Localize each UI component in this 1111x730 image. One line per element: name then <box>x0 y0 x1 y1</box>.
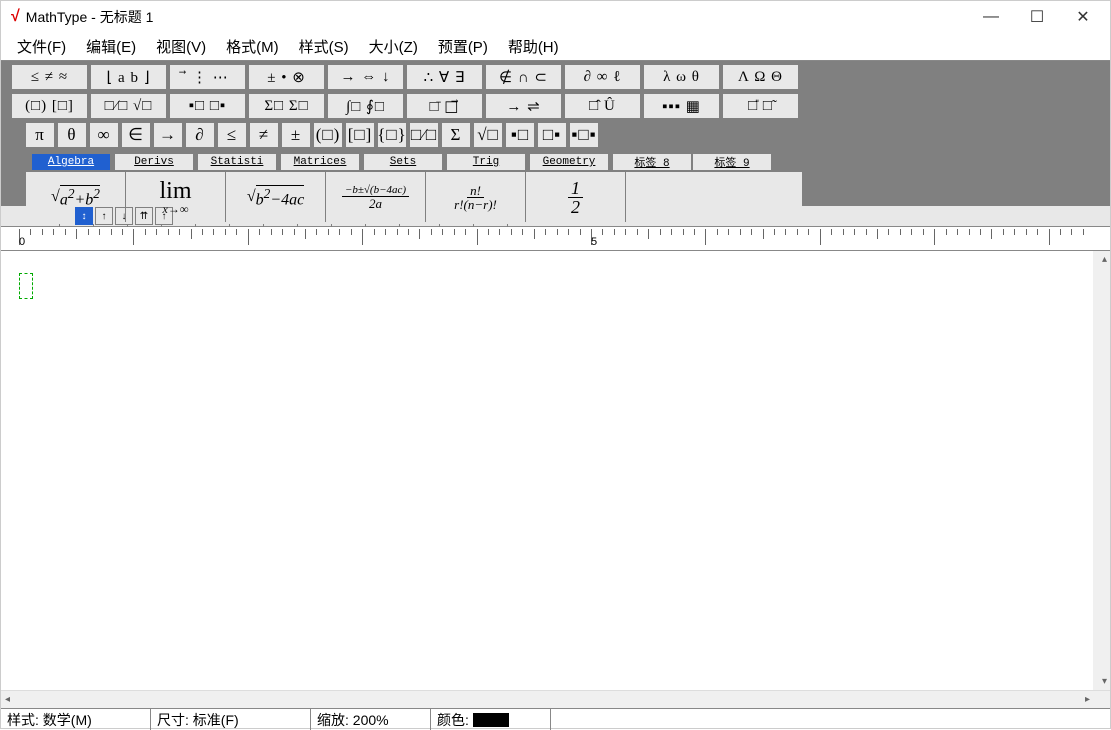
color-swatch <box>473 713 509 727</box>
menu-view[interactable]: 视图(V) <box>146 32 216 61</box>
title-bar: √ MathType - 无标题 1 — ☐ ✕ <box>1 1 1110 33</box>
palette-relational[interactable]: ≤ ≠ ≈ <box>11 64 88 90</box>
palette-operators[interactable]: ± • ⊗ <box>248 64 325 90</box>
tab-algebra[interactable]: Algebra <box>31 153 111 171</box>
horizontal-scrollbar[interactable]: ◂ ▸ <box>1 690 1110 708</box>
tmpl-half[interactable]: 12 <box>526 172 626 222</box>
tmpl-combination[interactable]: n!r!(n−r)! <box>426 172 526 222</box>
palette-integrals[interactable]: ∫□ ∮□ <box>327 93 404 119</box>
status-zoom-value: 200% <box>353 712 389 728</box>
sym-neq[interactable]: ≠ <box>249 122 279 148</box>
palette-arrows[interactable]: → ⇔ ↓ <box>327 64 404 90</box>
status-zoom-label: 缩放: <box>317 710 349 730</box>
menu-bar: 文件(F) 编辑(E) 视图(V) 格式(M) 样式(S) 大小(Z) 预置(P… <box>1 33 1110 61</box>
status-style-value: 数学(M) <box>43 710 92 730</box>
status-color-label: 颜色: <box>437 710 469 730</box>
palette-row-small: π θ ∞ ∈ → ∂ ≤ ≠ ± (□) [□] {□} □⁄□ Σ √□ ▪… <box>25 122 1107 148</box>
scroll-down-icon[interactable]: ▾ <box>1102 676 1107 687</box>
tool-palette-area: ≤ ≠ ≈ ⌊ a b ⌋ ⃗ ⋮ ⋯ ± • ⊗ → ⇔ ↓ ∴ ∀ ∃ ∉ … <box>1 61 1110 206</box>
status-size-label: 尺寸: <box>157 710 189 730</box>
palette-embellish[interactable]: ⃗ ⋮ ⋯ <box>169 64 246 90</box>
ruler-zero: 0 <box>19 236 25 248</box>
tmpl-pythag[interactable]: √a2+b2 <box>26 172 126 222</box>
expression-tabs: Algebra Derivs Statisti Matrices Sets Tr… <box>31 153 1107 171</box>
palette-spaces[interactable]: ⌊ a b ⌋ <box>90 64 167 90</box>
tab-geometry[interactable]: Geometry <box>529 153 609 171</box>
menu-format[interactable]: 格式(M) <box>216 32 289 61</box>
status-zoom[interactable]: 缩放: 200% <box>311 709 431 730</box>
menu-style[interactable]: 样式(S) <box>289 32 359 61</box>
insertion-slot[interactable] <box>19 273 33 299</box>
menu-file[interactable]: 文件(F) <box>7 32 76 61</box>
palette-products[interactable]: □̂ Û <box>564 93 641 119</box>
tmpl-quadratic[interactable]: −b±√(b−4ac)2a <box>326 172 426 222</box>
palette-subsup[interactable]: ▪□ □▪ <box>169 93 246 119</box>
palette-row-1: ≤ ≠ ≈ ⌊ a b ⌋ ⃗ ⋮ ⋯ ± • ⊗ → ⇔ ↓ ∴ ∀ ∃ ∉ … <box>11 64 1107 90</box>
tmpl-sub[interactable]: □▪ <box>537 122 567 148</box>
palette-fractions[interactable]: □⁄□ √□ <box>90 93 167 119</box>
ruler-five: 5 <box>591 236 597 248</box>
tab-9[interactable]: 标签 9 <box>692 153 772 171</box>
scroll-left-icon[interactable]: ◂ <box>5 694 10 705</box>
scroll-right-icon[interactable]: ▸ <box>1085 694 1090 705</box>
palette-bars[interactable]: □̄ □⃗ <box>406 93 483 119</box>
sym-arrow[interactable]: → <box>153 122 183 148</box>
minimize-button[interactable]: — <box>968 1 1014 33</box>
sym-elem[interactable]: ∈ <box>121 122 151 148</box>
palette-misc[interactable]: ∂ ∞ ℓ <box>564 64 641 90</box>
palette-logic[interactable]: ∴ ∀ ∃ <box>406 64 483 90</box>
sym-pm[interactable]: ± <box>281 122 311 148</box>
tab-trig[interactable]: Trig <box>446 153 526 171</box>
tmpl-sup[interactable]: ▪□ <box>505 122 535 148</box>
palette-sums[interactable]: Σ□ Σ□ <box>248 93 325 119</box>
palette-boxes[interactable]: □̎ □̃ <box>722 93 799 119</box>
sym-infty[interactable]: ∞ <box>89 122 119 148</box>
vertical-scrollbar[interactable]: ▴ ▾ <box>1093 251 1110 690</box>
tmpl-sqrt[interactable]: √□ <box>473 122 503 148</box>
palette-greek-lower[interactable]: λ ω θ <box>643 64 720 90</box>
app-logo: √ <box>11 8 20 26</box>
palette-labeled-arrows[interactable]: → ⇌ <box>485 93 562 119</box>
ruler[interactable]: 0 5 <box>1 227 1110 251</box>
status-style[interactable]: 样式: 数学(M) <box>1 709 151 730</box>
menu-edit[interactable]: 编辑(E) <box>76 32 146 61</box>
palette-settheory[interactable]: ∉ ∩ ⊂ <box>485 64 562 90</box>
tab-sets[interactable]: Sets <box>363 153 443 171</box>
tmpl-paren[interactable]: (□) <box>313 122 343 148</box>
close-button[interactable]: ✕ <box>1060 1 1106 33</box>
tmpl-empty[interactable] <box>626 172 802 222</box>
status-style-label: 样式: <box>7 710 39 730</box>
tmpl-frac[interactable]: □⁄□ <box>409 122 439 148</box>
scroll-up-icon[interactable]: ▴ <box>1102 254 1107 265</box>
menu-size[interactable]: 大小(Z) <box>359 32 428 61</box>
menu-help[interactable]: 帮助(H) <box>498 32 569 61</box>
status-bar: 样式: 数学(M) 尺寸: 标准(F) 缩放: 200% 颜色: <box>1 708 1110 730</box>
tab-statisti[interactable]: Statisti <box>197 153 277 171</box>
equation-editor-area[interactable]: ▴ ▾ <box>1 251 1110 690</box>
tmpl-subsup[interactable]: ▪□▪ <box>569 122 599 148</box>
sym-leq[interactable]: ≤ <box>217 122 247 148</box>
window-title: MathType - 无标题 1 <box>26 7 968 27</box>
palette-greek-upper[interactable]: Λ Ω Θ <box>722 64 799 90</box>
status-size[interactable]: 尺寸: 标准(F) <box>151 709 311 730</box>
status-color[interactable]: 颜色: <box>431 709 551 730</box>
tmpl-limit[interactable]: limx→∞ <box>126 172 226 222</box>
tmpl-discriminant[interactable]: √b2−4ac <box>226 172 326 222</box>
menu-preset[interactable]: 预置(P) <box>428 32 498 61</box>
tmpl-sum[interactable]: Σ <box>441 122 471 148</box>
tab-8[interactable]: 标签 8 <box>612 153 692 171</box>
palette-row-2: (□) [□] □⁄□ √□ ▪□ □▪ Σ□ Σ□ ∫□ ∮□ □̄ □⃗ →… <box>11 93 1107 119</box>
sym-partial[interactable]: ∂ <box>185 122 215 148</box>
palette-matrices[interactable]: ▪▪▪ ▦ <box>643 93 720 119</box>
palette-fences[interactable]: (□) [□] <box>11 93 88 119</box>
status-size-value: 标准(F) <box>193 710 239 730</box>
tmpl-brace[interactable]: {□} <box>377 122 407 148</box>
maximize-button[interactable]: ☐ <box>1014 1 1060 33</box>
sym-pi[interactable]: π <box>25 122 55 148</box>
tab-matrices[interactable]: Matrices <box>280 153 360 171</box>
tab-derivs[interactable]: Derivs <box>114 153 194 171</box>
sym-theta[interactable]: θ <box>57 122 87 148</box>
tmpl-bracket[interactable]: [□] <box>345 122 375 148</box>
template-bar: √a2+b2 limx→∞ √b2−4ac −b±√(b−4ac)2a n!r!… <box>25 171 803 223</box>
